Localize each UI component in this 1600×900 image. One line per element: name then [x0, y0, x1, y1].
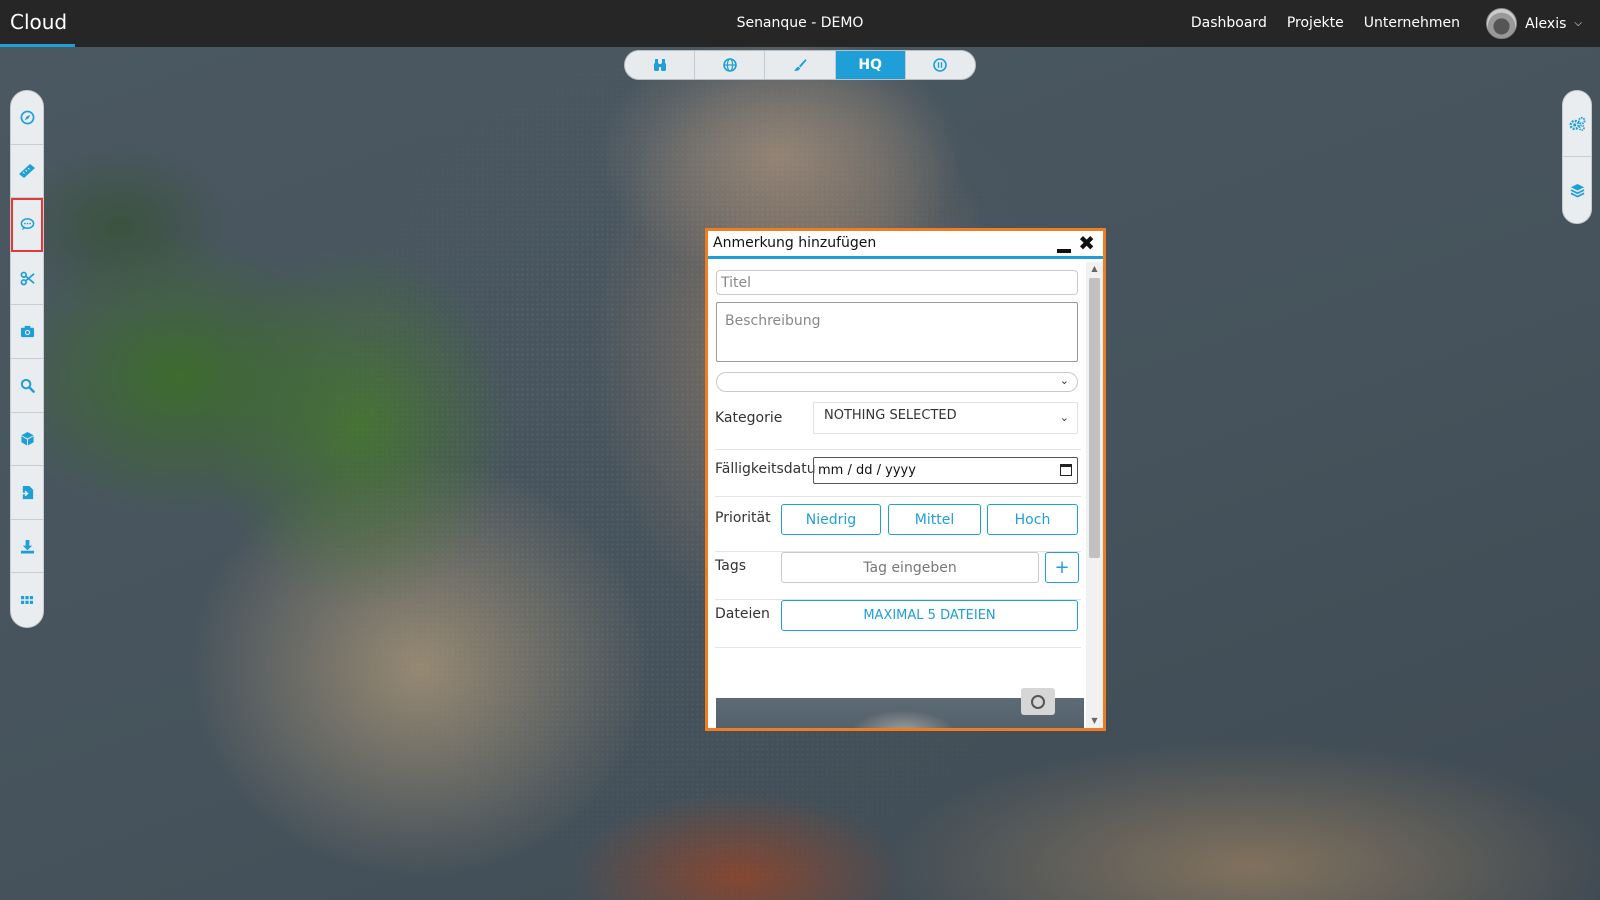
screenshot-tool-button[interactable]: [11, 305, 43, 359]
pause-circle-icon: [933, 58, 948, 72]
import-tool-button[interactable]: [11, 466, 43, 520]
globe-button[interactable]: [695, 51, 766, 79]
dialog-title: Anmerkung hinzufügen: [713, 235, 877, 251]
scroll-down-icon[interactable]: ▼: [1086, 714, 1103, 728]
files-label: Dateien: [715, 606, 770, 622]
left-toolbar: [10, 90, 44, 628]
binoculars-icon: [653, 59, 666, 71]
volume-tool-button[interactable]: [11, 413, 43, 467]
camera-icon: [20, 326, 34, 338]
file-import-icon: [20, 485, 33, 500]
right-toolbar: [1562, 90, 1592, 224]
dialog-scrollbar[interactable]: ▲ ▼: [1086, 262, 1103, 728]
priority-row: Priorität Niedrig Mittel Hoch: [715, 504, 1081, 552]
close-icon[interactable]: ✖: [1078, 232, 1095, 254]
due-date-row: Fälligkeitsdatum mm / dd / yyyy: [715, 457, 1081, 497]
brush-icon: [794, 59, 807, 71]
priority-label: Priorität: [715, 510, 771, 526]
due-date-value: mm / dd / yyyy: [818, 463, 916, 478]
nav-link-company[interactable]: Unternehmen: [1364, 0, 1460, 47]
preview-image: [828, 698, 978, 728]
compass-icon: [20, 110, 34, 125]
category-row: Kategorie NOTHING SELECTED ⌄: [715, 402, 1081, 450]
download-tool-button[interactable]: [11, 520, 43, 574]
binoculars-button[interactable]: [625, 51, 696, 79]
add-annotation-dialog: Anmerkung hinzufügen ✖ ⌄ Kategorie NOTHI…: [705, 228, 1106, 731]
annotation-type-select[interactable]: ⌄: [716, 372, 1078, 392]
camera-icon: [1031, 694, 1045, 709]
minimize-icon[interactable]: [1057, 239, 1071, 253]
layers-button[interactable]: [1563, 157, 1591, 223]
tags-label: Tags: [715, 558, 746, 574]
chevron-down-icon: ⌄: [1059, 411, 1069, 424]
avatar: [1486, 8, 1518, 39]
title-input[interactable]: [716, 270, 1078, 295]
globe-icon: [722, 58, 737, 72]
brand-logo[interactable]: Cloud: [0, 0, 75, 47]
cube-icon: [20, 432, 34, 446]
due-date-input[interactable]: mm / dd / yyyy: [813, 457, 1078, 484]
category-value: NOTHING SELECTED: [824, 408, 957, 423]
dialog-body: ⌄ Kategorie NOTHING SELECTED ⌄ Fälligkei…: [708, 262, 1086, 728]
chevron-down-icon: ⌵: [1574, 18, 1582, 29]
priority-high-button[interactable]: Hoch: [987, 504, 1078, 535]
download-icon: [20, 539, 34, 554]
nav-link-dashboard[interactable]: Dashboard: [1191, 0, 1267, 47]
category-select[interactable]: NOTHING SELECTED ⌄: [813, 402, 1078, 434]
top-navbar: Cloud Senanque - DEMO Dashboard Projekte…: [0, 0, 1600, 47]
category-label: Kategorie: [715, 410, 783, 426]
layers-icon: [1570, 183, 1584, 198]
priority-low-button[interactable]: Niedrig: [781, 504, 881, 535]
search-icon: [20, 378, 35, 393]
tags-row: Tags +: [715, 552, 1081, 600]
scroll-thumb[interactable]: [1089, 278, 1100, 558]
hq-button[interactable]: HQ: [835, 51, 906, 79]
measure-tool-button[interactable]: [11, 145, 43, 199]
calendar-icon: [1060, 464, 1072, 476]
add-tag-button[interactable]: +: [1045, 552, 1079, 583]
nav-link-projects[interactable]: Projekte: [1287, 0, 1344, 47]
take-screenshot-button[interactable]: [1021, 688, 1055, 715]
comment-icon: [20, 218, 34, 231]
user-name: Alexis: [1525, 15, 1567, 32]
annotation-tool-button[interactable]: [11, 198, 43, 252]
brush-button[interactable]: [765, 51, 836, 79]
pause-button[interactable]: [906, 51, 975, 79]
more-tools-button[interactable]: [11, 573, 43, 627]
settings-button[interactable]: [1563, 91, 1591, 157]
nav-links: Dashboard Projekte Unternehmen: [1171, 0, 1460, 47]
user-menu[interactable]: Alexis ⌵: [1486, 8, 1582, 39]
due-date-label: Fälligkeitsdatum: [715, 461, 815, 477]
dialog-header[interactable]: Anmerkung hinzufügen ✖: [708, 231, 1103, 259]
chevron-down-icon: ⌄: [1059, 374, 1069, 387]
scissors-icon: [20, 271, 35, 286]
clip-tool-button[interactable]: [11, 252, 43, 306]
description-textarea[interactable]: [716, 302, 1078, 362]
ruler-icon: [19, 163, 35, 178]
search-tool-button[interactable]: [11, 359, 43, 413]
priority-medium-button[interactable]: Mittel: [888, 504, 981, 535]
tag-input[interactable]: [781, 552, 1039, 583]
navigation-tool-button[interactable]: [11, 91, 43, 145]
settings-gears-icon: [1568, 116, 1586, 131]
grid-icon: [21, 596, 33, 605]
upload-files-button[interactable]: MAXIMAL 5 DATEIEN: [781, 600, 1078, 631]
view-toolbar: HQ: [624, 50, 976, 80]
files-row: Dateien MAXIMAL 5 DATEIEN: [715, 600, 1081, 648]
scroll-up-icon[interactable]: ▲: [1086, 262, 1103, 276]
